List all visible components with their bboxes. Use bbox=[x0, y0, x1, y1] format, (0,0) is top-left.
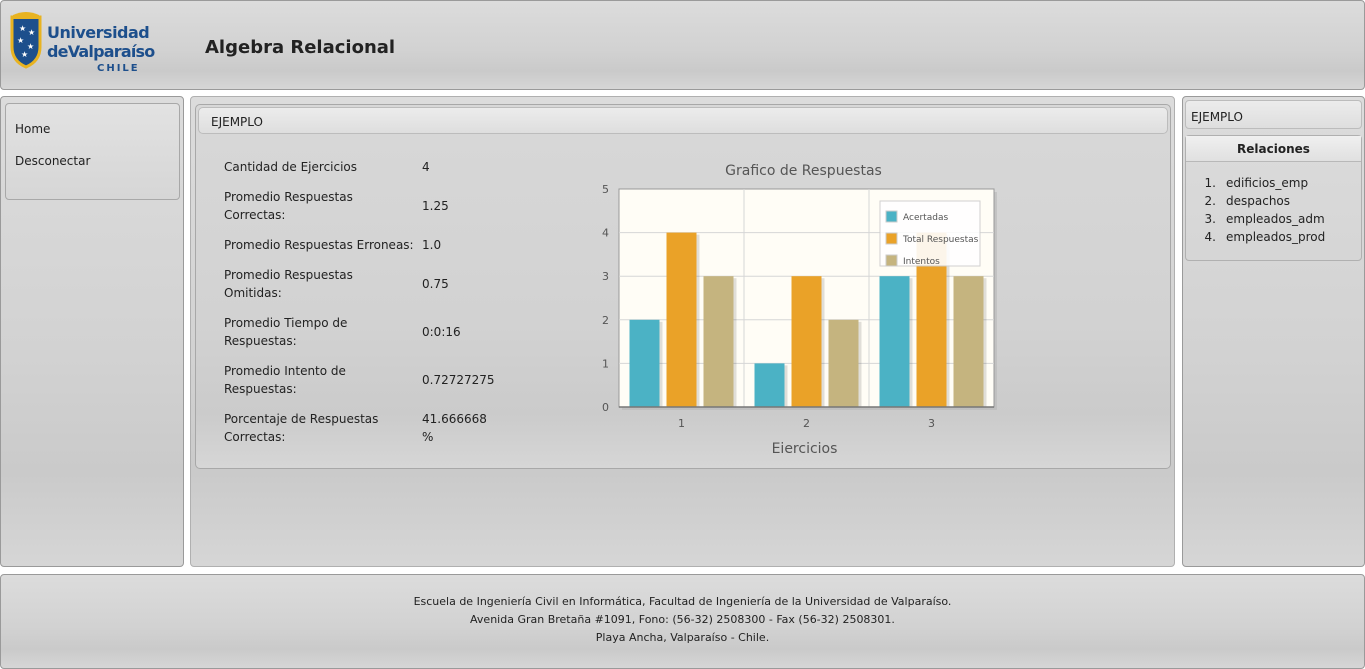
bar-acertadas bbox=[879, 276, 910, 407]
stat-label-percentage: Porcentaje de Respuestas Correctas: bbox=[224, 412, 379, 444]
relation-item[interactable]: 2. despachos bbox=[1196, 194, 1325, 212]
bar-intentos bbox=[703, 276, 734, 407]
stat-label-correct: Promedio Respuestas Correctas: bbox=[224, 190, 353, 222]
relation-name: empleados_prod bbox=[1226, 230, 1326, 244]
y-tick-label: 2 bbox=[602, 314, 609, 327]
stat-value-attempts: 0.72727275 bbox=[422, 373, 495, 387]
nav-home-link[interactable]: Home bbox=[15, 122, 50, 136]
svg-text:★: ★ bbox=[28, 28, 35, 37]
main-content: EJEMPLO Cantidad de Ejercicios 4 Promedi… bbox=[190, 96, 1175, 567]
bar-intentos bbox=[828, 319, 859, 407]
x-tick-label: 3 bbox=[928, 417, 935, 430]
left-sidebar: Home Desconectar bbox=[0, 96, 184, 567]
bar-total-respuestas bbox=[791, 276, 822, 407]
relation-name: despachos bbox=[1226, 194, 1291, 208]
relation-name: edificios_emp bbox=[1226, 176, 1309, 190]
stat-label-wrong: Promedio Respuestas Erroneas: bbox=[224, 238, 414, 252]
relation-name: empleados_adm bbox=[1226, 212, 1325, 226]
y-tick-label: 0 bbox=[602, 401, 609, 414]
x-tick-label: 2 bbox=[803, 417, 810, 430]
relation-number: 1. bbox=[1204, 176, 1216, 190]
stat-label-attempts: Promedio Intento de Respuestas: bbox=[224, 364, 346, 396]
svg-text:★: ★ bbox=[17, 36, 24, 45]
example-box: EJEMPLO Cantidad de Ejercicios 4 Promedi… bbox=[195, 104, 1171, 469]
legend-swatch bbox=[885, 232, 898, 245]
svg-text:★: ★ bbox=[19, 24, 26, 33]
page-title: Algebra Relacional bbox=[205, 37, 396, 58]
footer-line-3: Playa Ancha, Valparaíso - Chile. bbox=[595, 631, 770, 644]
legend-label: Intentos bbox=[903, 257, 940, 267]
footer-line-2: Avenida Gran Bretaña #1091, Fono: (56-32… bbox=[470, 613, 895, 626]
relations-panel: Relaciones 1. edificios_emp 2. despachos 3… bbox=[1185, 135, 1362, 261]
stat-value-wrong: 1.0 bbox=[422, 238, 442, 252]
stat-value-time: 0:0:16 bbox=[422, 325, 461, 339]
right-sidebar: EJEMPLO Relaciones 1. edificios_emp 2. des… bbox=[1182, 96, 1365, 567]
relation-item[interactable]: 4. empleados_prod bbox=[1196, 230, 1326, 248]
responses-bar-chart: Grafico de Respuestas 0 1 2 3 4 5 1 2 3 Ejercicios… bbox=[602, 163, 997, 453]
logo-line-1: Universidad bbox=[47, 23, 150, 42]
relation-number: 4. bbox=[1204, 230, 1216, 244]
relation-number: 3. bbox=[1204, 212, 1216, 226]
stat-value-exercises: 4 bbox=[422, 160, 430, 174]
university-logo[interactable]: ★ ★ ★ ★ ★ Universidad deValparaíso CHILE bbox=[9, 11, 155, 77]
nav-logout-link[interactable]: Desconectar bbox=[15, 154, 90, 168]
legend-swatch bbox=[885, 210, 898, 223]
bar-intentos bbox=[953, 276, 984, 407]
legend-swatch bbox=[885, 254, 898, 267]
right-sidebar-title: EJEMPLO bbox=[1185, 100, 1362, 129]
x-tick-label: 1 bbox=[678, 417, 685, 430]
relation-item[interactable]: 3. empleados_adm bbox=[1196, 212, 1325, 230]
shield-icon: ★ ★ ★ ★ ★ bbox=[10, 12, 42, 69]
stat-value-omitted: 0.75 bbox=[422, 277, 449, 291]
stat-label-time: Promedio Tiempo de Respuestas: bbox=[224, 316, 348, 348]
stat-label-omitted: Promedio Respuestas Omitidas: bbox=[224, 268, 353, 300]
bar-total-respuestas bbox=[666, 232, 697, 407]
y-tick-label: 1 bbox=[602, 357, 609, 370]
stat-value-correct: 1.25 bbox=[422, 199, 449, 213]
relation-item[interactable]: 1. edificios_emp bbox=[1196, 176, 1325, 194]
chart-title: Grafico de Respuestas bbox=[725, 163, 882, 179]
example-box-title: EJEMPLO bbox=[198, 107, 1168, 134]
left-menu: Home Desconectar bbox=[5, 103, 180, 200]
page-header: ★ ★ ★ ★ ★ Universidad deValparaíso CHILE… bbox=[0, 0, 1365, 90]
x-axis-label: Ejercicios bbox=[772, 441, 838, 453]
relations-list: 1. edificios_emp 2. despachos 3. empleados_… bbox=[1196, 176, 1326, 248]
y-tick-label: 4 bbox=[602, 227, 609, 240]
bar-acertadas bbox=[629, 319, 660, 407]
bar-acertadas bbox=[754, 363, 785, 407]
svg-text:★: ★ bbox=[21, 50, 28, 59]
logo-line-2: deValparaíso bbox=[47, 42, 155, 61]
y-tick-label: 5 bbox=[602, 183, 609, 196]
legend-label: Acertadas bbox=[903, 213, 948, 223]
stat-label-exercises: Cantidad de Ejercicios bbox=[224, 160, 358, 174]
page-footer: Escuela de Ingeniería Civil en Informáti… bbox=[0, 574, 1365, 669]
relations-panel-title: Relaciones bbox=[1186, 136, 1361, 162]
logo-line-3: CHILE bbox=[97, 63, 140, 74]
footer-line-1: Escuela de Ingeniería Civil en Informáti… bbox=[413, 595, 952, 608]
y-tick-label: 3 bbox=[602, 270, 609, 283]
legend-label: Total Respuestas bbox=[902, 235, 979, 245]
stat-value-percentage: 41.666668 % bbox=[422, 412, 487, 444]
relation-number: 2. bbox=[1204, 194, 1216, 208]
